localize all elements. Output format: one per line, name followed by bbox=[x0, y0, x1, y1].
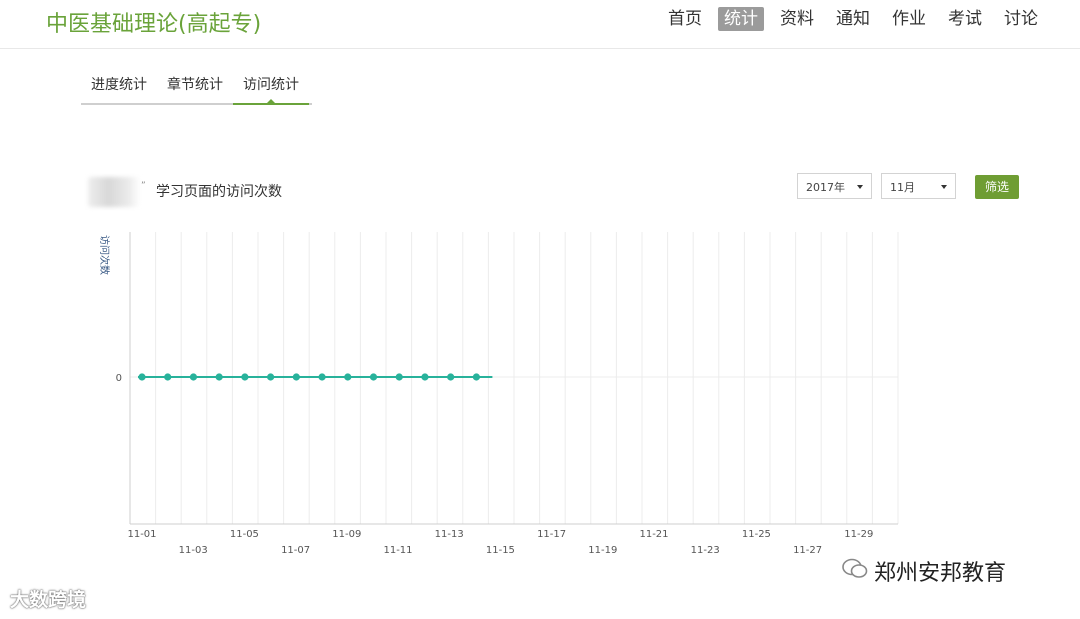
data-point bbox=[369, 373, 378, 381]
x-tick-label: 11-23 bbox=[691, 545, 720, 556]
x-tick-label: 11-27 bbox=[793, 545, 822, 556]
x-tick-label: 11-19 bbox=[588, 545, 617, 556]
x-tick-label: 11-13 bbox=[435, 529, 464, 540]
y-axis-label: 访问次数 bbox=[98, 235, 111, 275]
data-point bbox=[189, 373, 198, 381]
y-tick-label: 0 bbox=[116, 373, 122, 384]
data-point bbox=[241, 373, 249, 381]
x-tick-label: 11-21 bbox=[639, 529, 668, 540]
data-point bbox=[472, 373, 480, 381]
data-point bbox=[421, 373, 429, 381]
x-tick-label: 11-07 bbox=[281, 545, 310, 556]
data-point bbox=[318, 373, 326, 381]
data-point bbox=[395, 373, 403, 381]
watermark-left-text: 大数跨境 bbox=[10, 589, 87, 611]
data-point bbox=[344, 373, 352, 381]
x-tick-label: 11-03 bbox=[179, 545, 208, 556]
watermark-right: 郑州安邦教育 bbox=[842, 555, 1006, 587]
data-point bbox=[292, 373, 300, 381]
x-tick-label: 11-29 bbox=[844, 529, 873, 540]
watermark-left: 大数跨境 bbox=[10, 585, 86, 612]
x-tick-label: 11-15 bbox=[486, 545, 515, 556]
x-tick-label: 11-11 bbox=[383, 545, 412, 556]
x-tick-label: 11-01 bbox=[127, 529, 156, 540]
data-point bbox=[138, 373, 146, 381]
x-tick-label: 11-17 bbox=[537, 529, 566, 540]
x-tick-label: 11-09 bbox=[332, 529, 361, 540]
data-point bbox=[164, 373, 172, 381]
data-point bbox=[447, 373, 455, 381]
x-tick-label: 11-05 bbox=[230, 529, 259, 540]
watermark-right-text: 郑州安邦教育 bbox=[874, 561, 1007, 586]
x-tick-label: 11-25 bbox=[742, 529, 771, 540]
visit-count-chart: 0 访问次数 11-01 11-03 11-05 11-07 11-09 11-11 11-13… bbox=[98, 232, 899, 556]
data-point bbox=[267, 373, 275, 381]
data-point bbox=[215, 373, 223, 381]
wechat-icon bbox=[842, 558, 868, 585]
